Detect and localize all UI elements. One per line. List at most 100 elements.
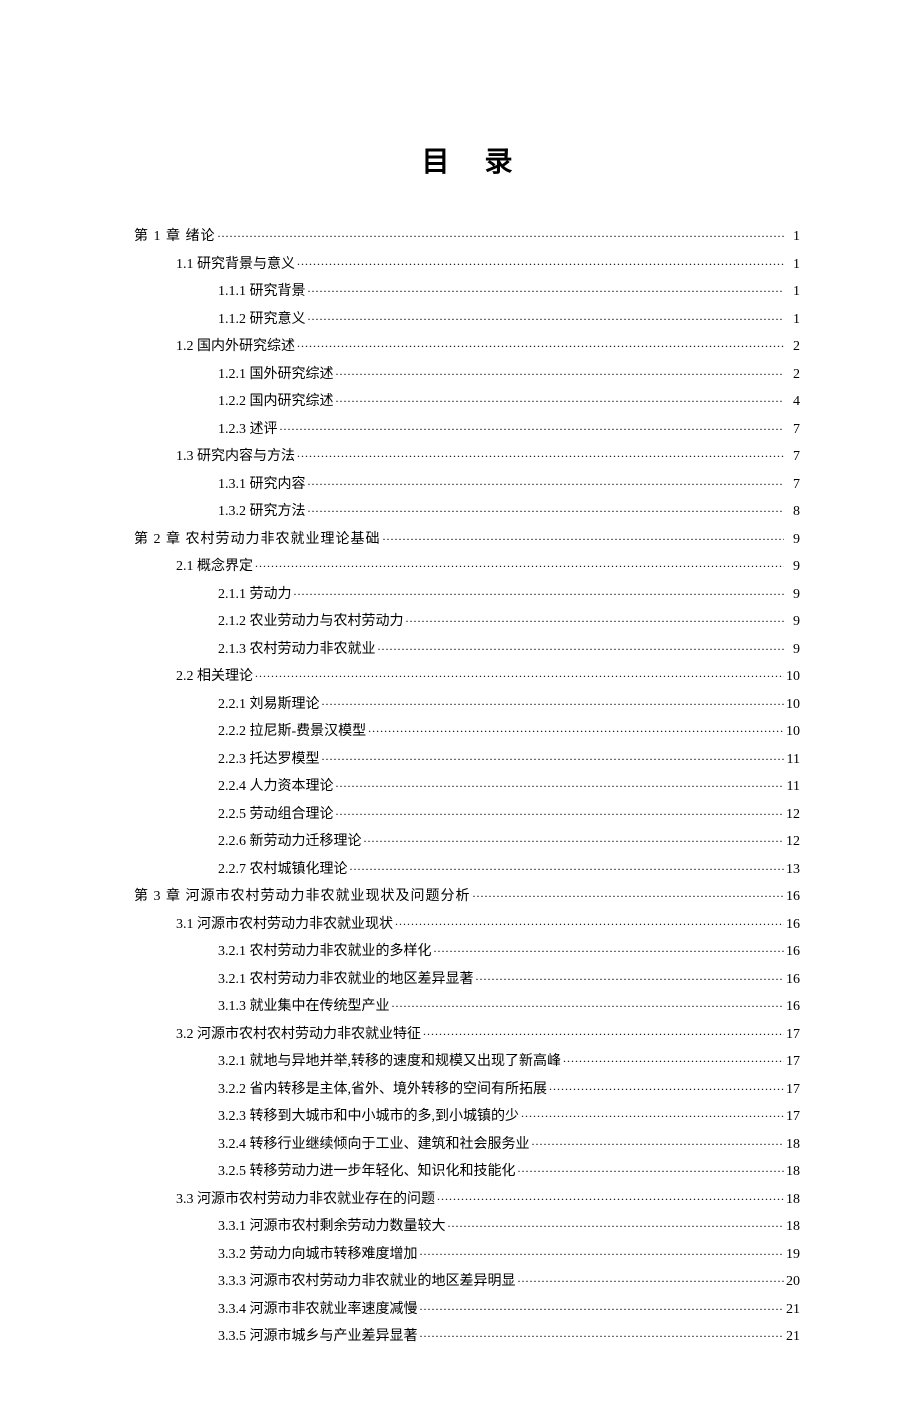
toc-entry: 2.2.5 劳动组合理论12 (134, 804, 800, 822)
toc-entry-label: 第 3 章 河源市农村劳动力非农就业现状及问题分析 (134, 890, 471, 904)
toc-entry-page: 9 (786, 588, 800, 602)
toc-dot-leader (518, 1161, 785, 1175)
toc-entry: 1.2.3 述评 7 (134, 419, 800, 437)
toc-entry: 3.2.1 农村劳动力非农就业的多样化 16 (134, 941, 800, 959)
toc-entry-label: 3.2.2 省内转移是主体,省外、境外转移的空间有所拓展 (218, 1083, 547, 1097)
toc-entry-label: 3.2.1 农村劳动力非农就业的多样化 (218, 945, 432, 959)
toc-entry-label: 2.1 概念界定 (176, 560, 253, 574)
toc-dot-leader (423, 1024, 784, 1038)
toc-entry-page: 7 (786, 450, 800, 464)
toc-entry: 1.2.1 国外研究综述2 (134, 364, 800, 382)
toc-entry-label: 2.2.1 刘易斯理论 (218, 698, 320, 712)
toc-entry: 3.3.2 劳动力向城市转移难度增加19 (134, 1244, 800, 1262)
toc-entry-label: 1.1 研究背景与意义 (176, 258, 295, 272)
toc-entry-label: 第 1 章 绪论 (134, 230, 216, 244)
toc-entry: 第 1 章 绪论 1 (134, 226, 800, 244)
toc-entry: 3.3 河源市农村劳动力非农就业存在的问题18 (134, 1189, 800, 1207)
toc-entry: 1.1.2 研究意义 1 (134, 309, 800, 327)
toc-entry-label: 2.2 相关理论 (176, 670, 253, 684)
toc-entry-page: 2 (786, 340, 800, 354)
toc-entry-page: 9 (786, 560, 800, 574)
toc-dot-leader (336, 804, 785, 818)
toc-entry-page: 20 (786, 1275, 800, 1289)
toc-entry-label: 2.2.4 人力资本理论 (218, 780, 334, 794)
toc-entry-page: 18 (786, 1138, 800, 1152)
toc-dot-leader (297, 254, 784, 268)
toc-entry-page: 16 (786, 918, 800, 932)
toc-entry-page: 16 (786, 890, 800, 904)
toc-dot-leader (532, 1134, 785, 1148)
toc-entry-page: 9 (786, 643, 800, 657)
toc-entry-label: 2.1.2 农业劳动力与农村劳动力 (218, 615, 404, 629)
toc-entry-page: 16 (786, 973, 800, 987)
toc-entry-page: 17 (786, 1028, 800, 1042)
toc-entry: 2.1 概念界定 9 (134, 556, 800, 574)
toc-dot-leader (395, 914, 784, 928)
toc-entry-page: 2 (786, 368, 800, 382)
toc-entry-label: 1.3 研究内容与方法 (176, 450, 295, 464)
toc-entry: 2.2.6 新劳动力迁移理论12 (134, 831, 800, 849)
toc-dot-leader (473, 886, 785, 900)
toc-dot-leader (350, 859, 785, 873)
toc-dot-leader (297, 446, 784, 460)
toc-entry-page: 10 (786, 698, 800, 712)
toc-entry-label: 2.2.2 拉尼斯-费景汉模型 (218, 725, 366, 739)
toc-entry-page: 17 (786, 1083, 800, 1097)
toc-entry-label: 1.1.2 研究意义 (218, 313, 306, 327)
toc-entry-label: 3.2.1 农村劳动力非农就业的地区差异显著 (218, 973, 474, 987)
toc-entry-label: 3.3.5 河源市城乡与产业差异显著 (218, 1330, 418, 1344)
toc-entry: 1.1.1 研究背景1 (134, 281, 800, 299)
toc-dot-leader (255, 556, 784, 570)
toc-entry: 2.2.2 拉尼斯-费景汉模型10 (134, 721, 800, 739)
toc-entry-page: 21 (786, 1330, 800, 1344)
toc-entry: 2.2 相关理论10 (134, 666, 800, 684)
toc-dot-leader (549, 1079, 784, 1093)
toc-dot-leader (476, 969, 785, 983)
toc-title: 目 录 (134, 140, 800, 180)
toc-entry: 2.1.2 农业劳动力与农村劳动力 9 (134, 611, 800, 629)
toc-entry-label: 1.3.1 研究内容 (218, 478, 306, 492)
toc-entry-page: 1 (786, 313, 800, 327)
toc-entry: 2.2.1 刘易斯理论 10 (134, 694, 800, 712)
toc-entry-page: 1 (786, 230, 800, 244)
toc-entry-label: 3.2.4 转移行业继续倾向于工业、建筑和社会服务业 (218, 1138, 530, 1152)
toc-entry: 3.2.1 就地与异地并举,转移的速度和规模又出现了新高峰17 (134, 1051, 800, 1069)
toc-entry-label: 3.3 河源市农村劳动力非农就业存在的问题 (176, 1193, 435, 1207)
toc-entry-label: 第 2 章 农村劳动力非农就业理论基础 (134, 533, 381, 547)
toc-entry: 1.2 国内外研究综述 2 (134, 336, 800, 354)
toc-entry-page: 1 (786, 258, 800, 272)
toc-entry: 3.3.4 河源市非农就业率速度减慢21 (134, 1299, 800, 1317)
toc-entry: 3.1 河源市农村劳动力非农就业现状 16 (134, 914, 800, 932)
toc-entry-page: 9 (786, 533, 800, 547)
toc-dot-leader (336, 776, 785, 790)
toc-entry: 3.3.5 河源市城乡与产业差异显著 21 (134, 1326, 800, 1344)
toc-entry: 3.2 河源市农村农村劳动力非农就业特征17 (134, 1024, 800, 1042)
toc-entry-page: 19 (786, 1248, 800, 1262)
toc-entry-label: 3.1 河源市农村劳动力非农就业现状 (176, 918, 393, 932)
toc-dot-leader (521, 1106, 784, 1120)
toc-entry: 1.3 研究内容与方法 7 (134, 446, 800, 464)
toc-entry-page: 7 (786, 423, 800, 437)
toc-entry-label: 1.2.3 述评 (218, 423, 278, 437)
toc-entry-label: 3.2.5 转移劳动力进一步年轻化、知识化和技能化 (218, 1165, 516, 1179)
toc-dot-leader (364, 831, 785, 845)
toc-entry: 1.2.2 国内研究综述4 (134, 391, 800, 409)
toc-dot-leader (420, 1244, 785, 1258)
toc-dot-leader (336, 364, 785, 378)
toc-entry: 3.2.4 转移行业继续倾向于工业、建筑和社会服务业 18 (134, 1134, 800, 1152)
toc-entry-page: 9 (786, 615, 800, 629)
toc-entry: 3.1.3 就业集中在传统型产业16 (134, 996, 800, 1014)
toc-entry-label: 1.3.2 研究方法 (218, 505, 306, 519)
toc-entry: 1.3.1 研究内容7 (134, 474, 800, 492)
toc-entry: 第 3 章 河源市农村劳动力非农就业现状及问题分析 16 (134, 886, 800, 904)
toc-dot-leader (392, 996, 785, 1010)
toc-entry-page: 18 (786, 1220, 800, 1234)
toc-entry-label: 1.2 国内外研究综述 (176, 340, 295, 354)
toc-entry-label: 2.2.3 托达罗模型 (218, 753, 320, 767)
toc-dot-leader (383, 529, 785, 543)
toc-entry-label: 1.1.1 研究背景 (218, 285, 306, 299)
document-page: 目 录 第 1 章 绪论11.1 研究背景与意义11.1.1 研究背景11.1.… (0, 0, 920, 1414)
toc-entry-page: 16 (786, 945, 800, 959)
toc-entry-label: 2.2.5 劳动组合理论 (218, 808, 334, 822)
toc-entry: 2.1.1 劳动力9 (134, 584, 800, 602)
